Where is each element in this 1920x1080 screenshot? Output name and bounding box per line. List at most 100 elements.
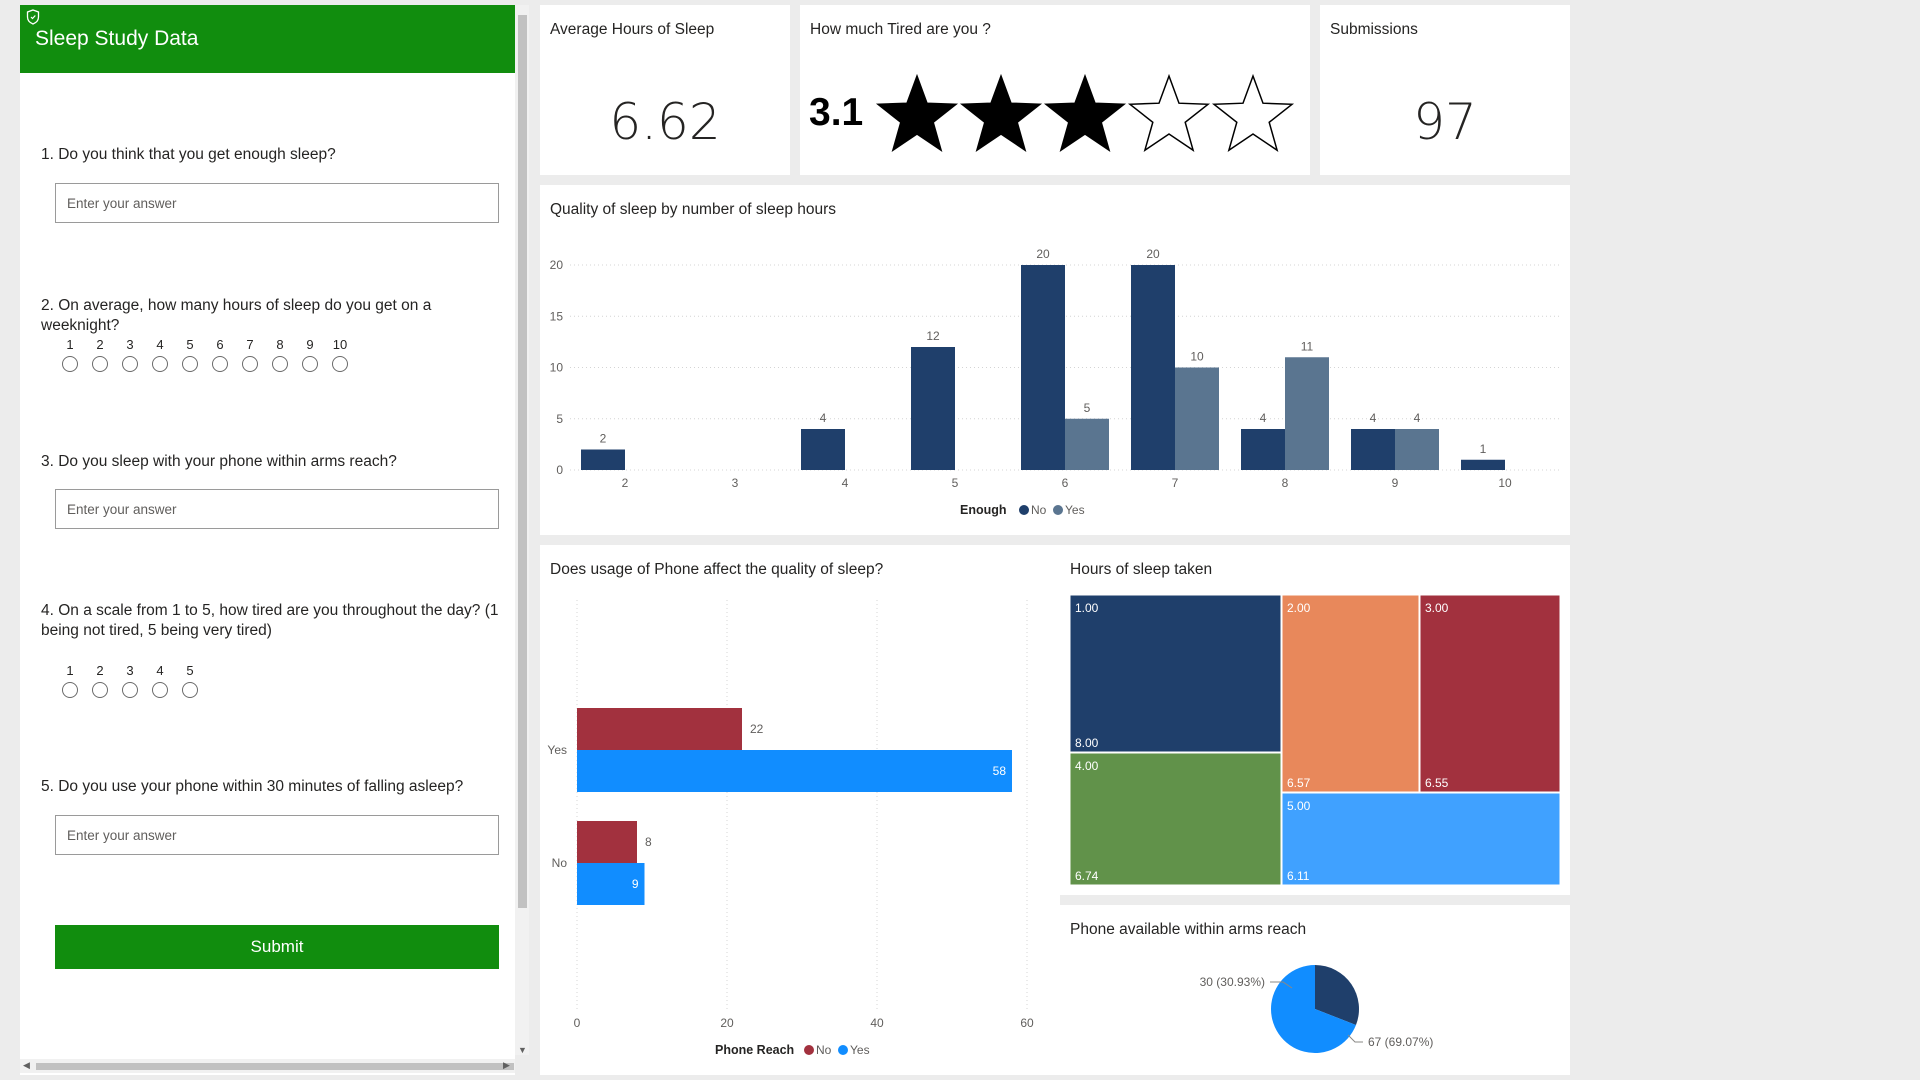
- radio-button[interactable]: [92, 356, 108, 372]
- bar-no[interactable]: [801, 429, 845, 470]
- radio-option-label: 8: [276, 337, 284, 352]
- question-4-option-4[interactable]: 4: [145, 662, 175, 698]
- bar-yes[interactable]: [1395, 429, 1439, 470]
- bar-yes[interactable]: [577, 750, 1012, 792]
- radio-button[interactable]: [152, 682, 168, 698]
- legend-title: Phone Reach: [715, 1043, 794, 1057]
- phone-usage-chart-card: Does usage of Phone affect the quality o…: [540, 545, 1060, 1075]
- data-label: 11: [1301, 339, 1314, 353]
- radio-button[interactable]: [122, 682, 138, 698]
- question-4-option-2[interactable]: 2: [85, 662, 115, 698]
- data-label: 1: [1480, 442, 1487, 456]
- question-2-option-2[interactable]: 2: [85, 336, 115, 372]
- question-2-option-5[interactable]: 5: [175, 336, 205, 372]
- legend-marker-no: [804, 1045, 814, 1055]
- radio-option-label: 2: [96, 337, 104, 352]
- question-2-option-7[interactable]: 7: [235, 336, 265, 372]
- radio-option-label: 7: [246, 337, 254, 352]
- radio-button[interactable]: [62, 682, 78, 698]
- y-tick-label: 15: [550, 309, 564, 323]
- question-2-option-3[interactable]: 3: [115, 336, 145, 372]
- data-label: 4: [820, 411, 827, 425]
- radio-button[interactable]: [62, 356, 78, 372]
- question-2-option-6[interactable]: 6: [205, 336, 235, 372]
- bar-no[interactable]: [911, 347, 955, 470]
- radio-option-label: 1: [66, 663, 74, 678]
- radio-button[interactable]: [242, 356, 258, 372]
- pie-data-label: 67 (69.07%): [1368, 1035, 1433, 1049]
- bar-yes[interactable]: [1285, 357, 1329, 470]
- radio-button[interactable]: [302, 356, 318, 372]
- bar-no[interactable]: [577, 821, 637, 863]
- data-label: 8: [645, 835, 652, 849]
- radio-button[interactable]: [332, 356, 348, 372]
- question-4-option-1[interactable]: 1: [55, 662, 85, 698]
- empty-star-icon: [1211, 73, 1295, 152]
- treemap-value-label: 8.00: [1075, 736, 1099, 750]
- radio-button[interactable]: [92, 682, 108, 698]
- data-label: 2: [600, 432, 607, 446]
- question-2-option-9[interactable]: 9: [295, 336, 325, 372]
- form-vertical-scrollbar[interactable]: ▼: [515, 5, 529, 1055]
- scroll-down-arrow-icon[interactable]: ▼: [518, 1045, 527, 1055]
- question-5-answer-input[interactable]: [55, 815, 499, 855]
- question-2-option-10[interactable]: 10: [325, 336, 355, 372]
- kpi-title-submissions: Submissions: [1330, 21, 1418, 38]
- scroll-left-arrow-icon[interactable]: ◀: [23, 1060, 30, 1071]
- treemap-tile[interactable]: [1069, 752, 1282, 886]
- treemap-tile[interactable]: [1281, 594, 1420, 793]
- question-2-option-1[interactable]: 1: [55, 336, 85, 372]
- question-2-radio-group: 1 2 3 4 5 6 7 8 9 10: [55, 336, 355, 372]
- treemap-group-label: 2.00: [1287, 601, 1311, 615]
- kpi-title-average-sleep: Average Hours of Sleep: [550, 21, 715, 38]
- radio-button[interactable]: [182, 356, 198, 372]
- kpi-title-tiredness: How much Tired are you ?: [810, 21, 991, 38]
- treemap-tile[interactable]: [1419, 594, 1561, 793]
- bar-no[interactable]: [1461, 459, 1505, 470]
- horizontal-scrollbar-thumb[interactable]: [36, 1063, 514, 1070]
- treemap-group-label: 3.00: [1425, 601, 1449, 615]
- radio-button[interactable]: [212, 356, 228, 372]
- radio-button[interactable]: [272, 356, 288, 372]
- legend-label-no: No: [816, 1043, 832, 1057]
- question-4-option-3[interactable]: 3: [115, 662, 145, 698]
- bar-no[interactable]: [1241, 429, 1285, 470]
- question-4-option-5[interactable]: 5: [175, 662, 205, 698]
- question-2-option-4[interactable]: 4: [145, 336, 175, 372]
- question-2-option-8[interactable]: 8: [265, 336, 295, 372]
- bar-yes[interactable]: [1175, 367, 1219, 471]
- radio-button[interactable]: [152, 356, 168, 372]
- form-horizontal-scrollbar[interactable]: ◀ ▶: [20, 1059, 515, 1073]
- radio-button[interactable]: [182, 682, 198, 698]
- question-2-text: 2. On average, how many hours of sleep d…: [41, 297, 432, 334]
- bar-no[interactable]: [581, 449, 625, 471]
- data-label: 9: [632, 877, 639, 891]
- scroll-right-arrow-icon[interactable]: ▶: [503, 1060, 510, 1071]
- x-tick-label: 8: [1282, 476, 1289, 490]
- treemap-tile[interactable]: [1281, 792, 1561, 886]
- bar-no[interactable]: [577, 708, 742, 750]
- bar-no[interactable]: [1351, 429, 1395, 470]
- kpi-value-submissions: 97: [1413, 93, 1477, 151]
- kpi-card-average-sleep: Average Hours of Sleep 6.62: [540, 5, 790, 175]
- vertical-scrollbar-thumb[interactable]: [518, 15, 527, 908]
- treemap-value-label: 6.55: [1425, 776, 1449, 790]
- hours-of-sleep-treemap-card: Hours of sleep taken 1.00 8.00 2.00 6.57 3.0…: [1060, 545, 1570, 895]
- x-tick-label: 7: [1172, 476, 1179, 490]
- question-1-answer-input[interactable]: [55, 183, 499, 223]
- x-tick-label: 4: [842, 476, 849, 490]
- bar-no[interactable]: [1131, 265, 1175, 470]
- radio-option-label: 4: [156, 663, 164, 678]
- bar-no[interactable]: [1021, 265, 1065, 470]
- question-3-answer-input[interactable]: [55, 489, 499, 529]
- bar-yes[interactable]: [1065, 418, 1109, 470]
- y-category-label: Yes: [547, 743, 567, 757]
- data-label: 4: [1370, 411, 1377, 425]
- treemap-group-label: 5.00: [1287, 799, 1311, 813]
- submit-button[interactable]: Submit: [55, 925, 499, 969]
- radio-button[interactable]: [122, 356, 138, 372]
- treemap-tile[interactable]: [1069, 594, 1282, 753]
- x-tick-label: 20: [720, 1016, 734, 1030]
- radio-option-label: 4: [156, 337, 164, 352]
- form-title: Sleep Study Data: [35, 27, 199, 50]
